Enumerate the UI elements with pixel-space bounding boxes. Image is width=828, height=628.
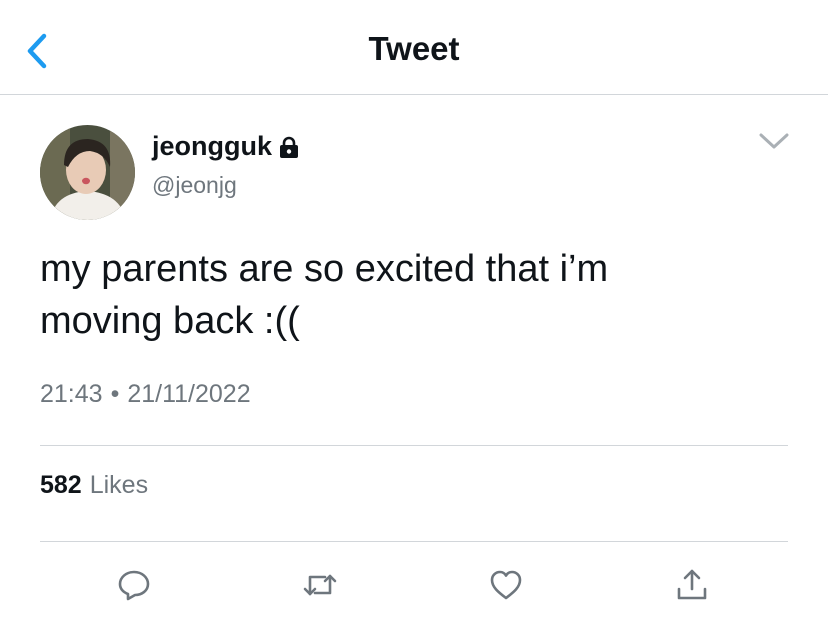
divider (40, 541, 788, 542)
reply-icon (118, 570, 150, 601)
likes-count: 582 (40, 471, 82, 499)
share-icon (677, 569, 707, 600)
separator-dot: • (110, 380, 120, 408)
heart-icon (490, 570, 522, 600)
like-button[interactable] (486, 565, 526, 605)
tweet-date: 21/11/2022 (127, 380, 251, 408)
chevron-down-icon (759, 133, 789, 149)
display-name-text: jeongguk (152, 131, 272, 161)
tweet-text: my parents are so excited that i’m movin… (40, 243, 800, 347)
tweet-text-line: moving back :(( (40, 300, 300, 342)
lock-icon (278, 135, 300, 159)
likes-label: Likes (89, 471, 149, 499)
avatar-image (40, 125, 135, 220)
reply-button[interactable] (114, 565, 154, 605)
top-bar: Tweet (0, 0, 828, 95)
share-button[interactable] (672, 565, 712, 605)
user-handle[interactable]: @jeonjg (152, 172, 237, 199)
retweet-button[interactable] (300, 565, 340, 605)
display-name[interactable]: jeongguk (152, 131, 300, 162)
tweet-timestamp: 21:43 • 21/11/2022 (40, 380, 251, 409)
tweet-text-line: my parents are so excited that i’m (40, 248, 609, 290)
likes-stat[interactable]: 582 Likes (40, 471, 148, 500)
avatar[interactable] (40, 125, 135, 220)
page-title: Tweet (368, 30, 460, 67)
divider (40, 445, 788, 446)
retweet-icon (303, 574, 337, 596)
tweet-time: 21:43 (40, 380, 103, 408)
tweet-menu-button[interactable] (757, 128, 791, 154)
